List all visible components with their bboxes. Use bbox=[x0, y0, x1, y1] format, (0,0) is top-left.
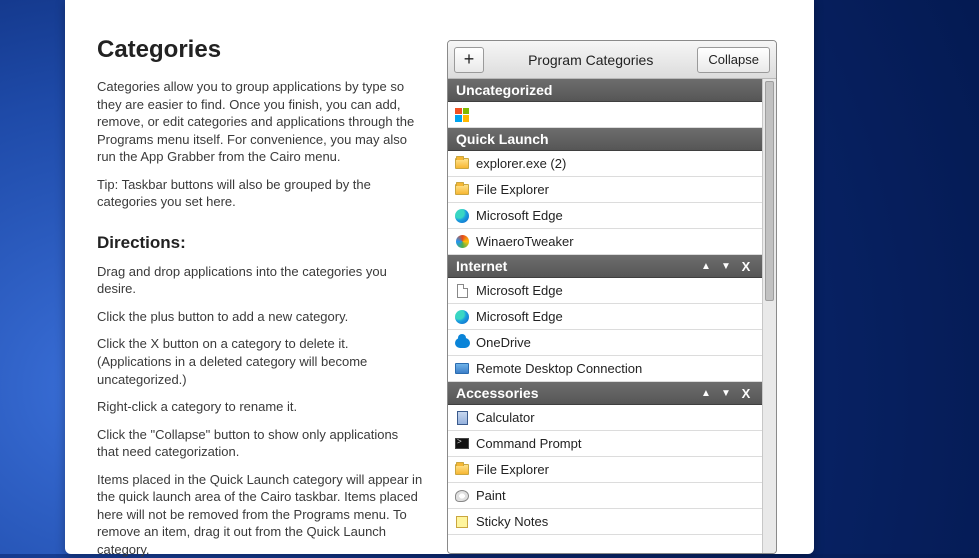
calc-icon bbox=[454, 410, 470, 426]
directions-heading: Directions: bbox=[97, 233, 423, 253]
app-label: Remote Desktop Connection bbox=[476, 361, 642, 376]
folder-icon bbox=[454, 462, 470, 478]
direction-5: Click the "Collapse" button to show only… bbox=[97, 426, 423, 461]
rdc-icon bbox=[454, 361, 470, 377]
direction-6: Items placed in the Quick Launch categor… bbox=[97, 471, 423, 558]
app-item[interactable] bbox=[448, 102, 762, 128]
category-name: Internet bbox=[456, 258, 694, 274]
collapse-button[interactable]: Collapse bbox=[697, 47, 770, 73]
delete-category-icon[interactable]: X bbox=[738, 385, 754, 401]
categories-panel: + Program Categories Collapse Uncategori… bbox=[447, 40, 777, 554]
categories-scrollbody: Uncategorized Quick Launch explorer.exe (2… bbox=[448, 79, 776, 553]
category-name: Uncategorized bbox=[456, 82, 754, 98]
scrollbar-thumb[interactable] bbox=[765, 81, 774, 301]
app-label: Microsoft Edge bbox=[476, 208, 563, 223]
categories-list: Uncategorized Quick Launch explorer.exe (2… bbox=[448, 79, 762, 553]
app-label: Microsoft Edge bbox=[476, 283, 563, 298]
category-header[interactable]: Quick Launch bbox=[448, 128, 762, 151]
category-header[interactable]: Accessories▲▼X bbox=[448, 382, 762, 405]
intro-paragraph: Categories allow you to group applicatio… bbox=[97, 78, 423, 166]
direction-2: Click the plus button to add a new categ… bbox=[97, 308, 423, 326]
app-item[interactable]: File Explorer bbox=[448, 457, 762, 483]
app-label: Microsoft Edge bbox=[476, 309, 563, 324]
app-label: File Explorer bbox=[476, 182, 549, 197]
app-label: WinaeroTweaker bbox=[476, 234, 574, 249]
direction-1: Drag and drop applications into the cate… bbox=[97, 263, 423, 298]
app-item[interactable]: Microsoft Edge bbox=[448, 278, 762, 304]
winaero-icon bbox=[454, 234, 470, 250]
app-item[interactable]: explorer.exe (2) bbox=[448, 151, 762, 177]
paint-icon bbox=[454, 488, 470, 504]
category-name: Quick Launch bbox=[456, 131, 754, 147]
folder-icon bbox=[454, 182, 470, 198]
folder-icon bbox=[454, 156, 470, 172]
app-label: OneDrive bbox=[476, 335, 531, 350]
app-item[interactable]: OneDrive bbox=[448, 330, 762, 356]
app-item[interactable]: File Explorer bbox=[448, 177, 762, 203]
app-item[interactable]: Command Prompt bbox=[448, 431, 762, 457]
sticky-icon bbox=[454, 514, 470, 530]
app-item[interactable]: Calculator bbox=[448, 405, 762, 431]
app-label: Paint bbox=[476, 488, 506, 503]
app-label: Command Prompt bbox=[476, 436, 581, 451]
app-item[interactable]: Sticky Notes bbox=[448, 509, 762, 535]
doc-icon bbox=[454, 283, 470, 299]
edge-icon bbox=[454, 309, 470, 325]
direction-4: Right-click a category to rename it. bbox=[97, 398, 423, 416]
scrollbar[interactable] bbox=[762, 79, 776, 553]
move-up-icon[interactable]: ▲ bbox=[698, 258, 714, 274]
wizard-panel: Categories Categories allow you to group… bbox=[65, 0, 814, 554]
win-icon bbox=[454, 107, 470, 123]
app-item[interactable]: Remote Desktop Connection bbox=[448, 356, 762, 382]
cloud-icon bbox=[454, 335, 470, 351]
app-item[interactable]: Paint bbox=[448, 483, 762, 509]
tip-paragraph: Tip: Taskbar buttons will also be groupe… bbox=[97, 176, 423, 211]
categories-header: + Program Categories Collapse bbox=[448, 41, 776, 79]
app-item[interactable]: Microsoft Edge bbox=[448, 203, 762, 229]
delete-category-icon[interactable]: X bbox=[738, 258, 754, 274]
add-category-button[interactable]: + bbox=[454, 47, 484, 73]
app-item[interactable]: Microsoft Edge bbox=[448, 304, 762, 330]
move-down-icon[interactable]: ▼ bbox=[718, 258, 734, 274]
instructions-pane: Categories Categories allow you to group… bbox=[97, 8, 423, 554]
direction-3: Click the X button on a category to dele… bbox=[97, 335, 423, 388]
app-label: Calculator bbox=[476, 410, 535, 425]
categories-pane: + Program Categories Collapse Uncategori… bbox=[447, 8, 782, 554]
move-up-icon[interactable]: ▲ bbox=[698, 385, 714, 401]
page-title: Categories bbox=[97, 36, 423, 64]
app-label: File Explorer bbox=[476, 462, 549, 477]
category-header[interactable]: Internet▲▼X bbox=[448, 255, 762, 278]
app-item[interactable]: WinaeroTweaker bbox=[448, 229, 762, 255]
category-header[interactable]: Uncategorized bbox=[448, 79, 762, 102]
categories-header-title: Program Categories bbox=[490, 52, 691, 68]
cmd-icon bbox=[454, 436, 470, 452]
app-label: Sticky Notes bbox=[476, 514, 548, 529]
app-label: explorer.exe (2) bbox=[476, 156, 566, 171]
edge-icon bbox=[454, 208, 470, 224]
category-name: Accessories bbox=[456, 385, 694, 401]
move-down-icon[interactable]: ▼ bbox=[718, 385, 734, 401]
